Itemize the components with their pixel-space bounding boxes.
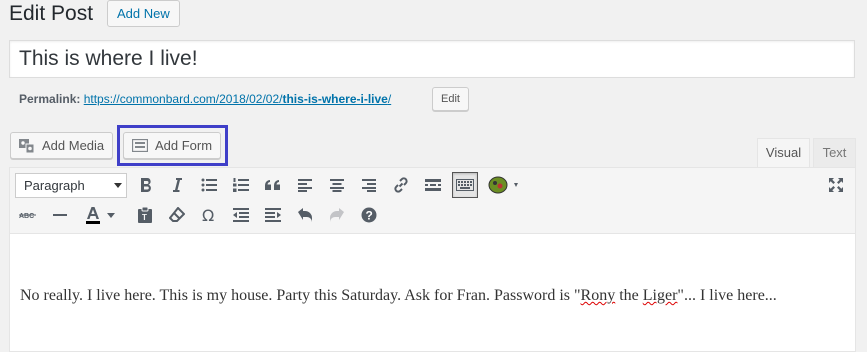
add-media-label: Add Media [42,138,105,153]
text-color-icon[interactable] [80,202,106,228]
page-title: Edit Post [9,2,94,25]
special-character-icon[interactable]: Ω [196,202,222,228]
content-text-start: No really. I live here. This is my house… [20,287,581,304]
permalink-trailing: / [387,92,392,106]
chevron-down-icon [114,183,122,188]
svg-text:Ω: Ω [202,207,214,223]
media-icon [18,137,36,155]
outdent-icon[interactable] [228,202,254,228]
format-select[interactable]: Paragraph [15,173,127,198]
post-content[interactable]: No really. I live here. This is my house… [20,284,840,308]
help-icon[interactable]: ? [356,202,382,228]
read-more-icon[interactable] [420,172,446,198]
permalink-slug: this-is-where-i-live [282,92,388,106]
misspelled-word: Rony [580,287,616,304]
permalink: Permalink: https://commonbard.com/2018/0… [19,90,391,108]
undo-icon[interactable] [292,202,318,228]
paste-text-icon[interactable]: T [132,202,158,228]
svg-text:?: ? [366,209,373,223]
content-text-end: "... I live here... [677,287,777,304]
tab-text[interactable]: Text [813,138,856,168]
highlight-box [117,125,228,166]
italic-icon[interactable] [164,172,190,198]
editor: Paragraph ABC T Ω ? No really. I live he… [9,167,856,352]
bold-icon[interactable] [133,172,159,198]
permalink-link[interactable]: https://commonbard.com/2018/02/02/this-i… [84,92,391,106]
tab-visual[interactable]: Visual [757,138,810,168]
numbered-list-icon[interactable] [228,172,254,198]
indent-icon[interactable] [260,202,286,228]
toolbar-toggle-icon[interactable] [452,172,478,198]
plugin-icon[interactable] [485,172,525,198]
fullscreen-icon[interactable] [823,172,849,198]
editor-toolbar: Paragraph ABC T Ω ? [10,168,855,234]
link-icon[interactable] [388,172,414,198]
text-color-dropdown-icon[interactable] [104,202,118,228]
post-title-input[interactable]: This is where I live! [9,40,855,78]
align-left-icon[interactable] [292,172,318,198]
bulleted-list-icon[interactable] [196,172,222,198]
content-text-mid: the [615,287,643,304]
permalink-base: https://commonbard.com/2018/02/02/ [83,92,283,106]
format-select-value: Paragraph [24,178,85,193]
blockquote-icon[interactable] [260,172,286,198]
edit-slug-button[interactable]: Edit [432,87,469,111]
add-media-button[interactable]: Add Media [10,132,114,159]
horizontal-line-icon[interactable] [47,202,73,228]
align-right-icon[interactable] [356,172,382,198]
clear-formatting-icon[interactable] [164,202,190,228]
misspelled-word: Liger [642,287,678,304]
svg-text:T: T [142,213,147,222]
redo-icon[interactable] [324,202,350,228]
align-center-icon[interactable] [324,172,350,198]
svg-text:ABC: ABC [19,213,34,220]
strikethrough-icon[interactable]: ABC [15,202,41,228]
add-new-button[interactable]: Add New [107,0,180,27]
permalink-label: Permalink: [19,92,81,106]
